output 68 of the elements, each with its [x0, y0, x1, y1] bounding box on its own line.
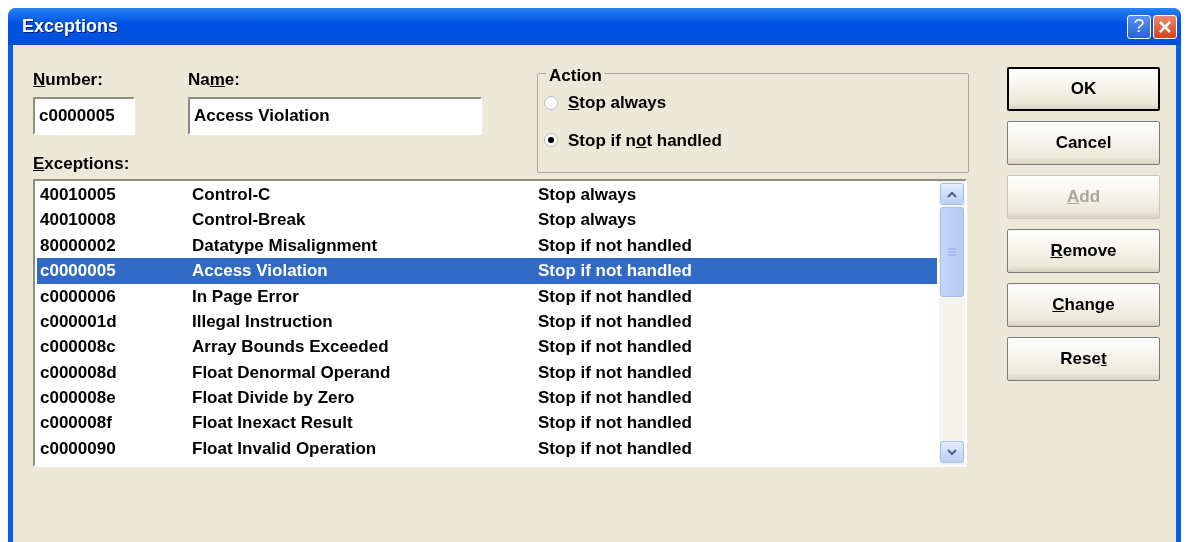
exception-name: Float Denormal Operand	[192, 361, 392, 384]
exception-name: In Page Error	[192, 285, 300, 308]
exception-action: Stop if not handled	[538, 260, 692, 283]
exception-action: Stop always	[538, 209, 637, 232]
exception-code: c000008c	[39, 336, 117, 359]
list-row[interactable]: c000008e Float Divide by Zero Stop if not handled	[37, 385, 937, 411]
radio-button[interactable]	[544, 95, 558, 110]
close-button[interactable]	[1153, 14, 1177, 39]
exception-code: c000008f	[39, 412, 113, 435]
radio-label[interactable]: Stop always	[568, 90, 667, 116]
exception-code: 40010008	[39, 209, 117, 232]
exception-name: Float Divide by Zero	[192, 387, 356, 410]
scrollbar[interactable]	[939, 181, 965, 465]
exception-code: c000001d	[39, 310, 118, 333]
list-row[interactable]: c0000005 Access Violation Stop if not handled	[37, 258, 937, 284]
dialog-button[interactable]: Reset	[1007, 337, 1160, 381]
exception-action: Stop if not handled	[538, 387, 692, 410]
dialog-button[interactable]: Change	[1007, 283, 1160, 327]
list-row[interactable]: c0000090 Float Invalid Operation Stop if not handled	[37, 435, 937, 462]
list-row[interactable]: 40010008 Control-Break Stop always	[37, 207, 937, 233]
name-field[interactable]: Access Violation	[188, 96, 482, 135]
radio-button[interactable]	[544, 133, 558, 148]
exception-code: c0000090	[39, 437, 117, 460]
exception-action: Stop always	[538, 183, 637, 206]
exception-name: Float Inexact Result	[192, 412, 354, 435]
name-label: Name:	[188, 69, 241, 91]
scroll-up-button[interactable]	[940, 183, 964, 205]
exceptions-label: Exceptions:	[33, 152, 131, 175]
help-button[interactable]: ?	[1127, 14, 1151, 39]
exception-code: c000008e	[39, 387, 117, 410]
scroll-down-button[interactable]	[940, 441, 964, 463]
exception-action: Stop if not handled	[538, 412, 692, 435]
list-row[interactable]: c000001d Illegal Instruction Stop if not handled	[37, 308, 937, 335]
close-icon	[1158, 19, 1172, 34]
exception-action: Stop if not handled	[538, 336, 692, 359]
exception-name: Illegal Instruction	[192, 310, 334, 333]
exception-code: c000008d	[39, 361, 118, 384]
exception-action: Stop if not handled	[538, 285, 692, 308]
exception-name: Access Violation	[192, 260, 329, 283]
dialog-button[interactable]: Remove	[1007, 229, 1160, 273]
exception-action: Stop if not handled	[538, 234, 692, 257]
grip-icon	[948, 248, 956, 256]
exception-action: Stop if not handled	[538, 310, 692, 333]
list-row[interactable]: 80000002 Datatype Misalignment Stop if not handled	[37, 232, 937, 259]
exception-code: c0000005	[39, 260, 117, 283]
list-row[interactable]: 40010005 Control-C Stop always	[37, 182, 937, 208]
scroll-thumb[interactable]	[940, 207, 964, 297]
radio-label[interactable]: Stop if not handled	[568, 127, 722, 153]
exception-action: Stop if not handled	[538, 361, 692, 384]
exception-code: 40010005	[39, 183, 117, 206]
exception-code: 80000002	[39, 234, 117, 257]
exception-name: Control-Break	[192, 209, 307, 232]
exceptions-list[interactable]	[33, 179, 967, 467]
exception-name: Array Bounds Exceeded	[192, 336, 390, 359]
exception-code: c0000006	[39, 285, 117, 308]
list-row[interactable]: c000008d Float Denormal Operand Stop if not handled	[37, 359, 937, 386]
number-label: Number:	[33, 69, 104, 91]
exception-name: Control-C	[192, 183, 272, 206]
list-row[interactable]: c0000006 In Page Error Stop if not handled	[37, 283, 937, 309]
list-row[interactable]: c000008f Float Inexact Result Stop if not handled	[37, 410, 937, 436]
list-row[interactable]: c000008c Array Bounds Exceeded Stop if not handled	[37, 334, 937, 360]
number-field[interactable]: c0000005	[33, 96, 135, 135]
dialog-button[interactable]: Cancel	[1007, 121, 1160, 165]
dialog-button[interactable]: OK	[1007, 67, 1160, 111]
window-title: Exceptions	[21, 15, 120, 38]
exception-action: Stop if not handled	[538, 437, 692, 460]
exception-name: Float Invalid Operation	[192, 437, 378, 460]
exception-name: Datatype Misalignment	[192, 234, 379, 257]
